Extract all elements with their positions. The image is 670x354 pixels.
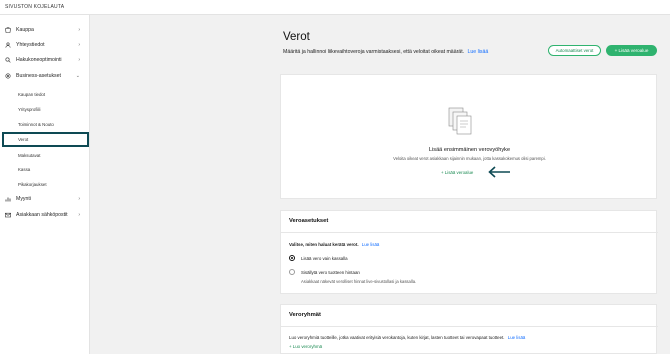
sidebar: Kauppa › Yhteystiedot › Hakukoneoptimoin… xyxy=(0,15,90,354)
radio-option-include-in-price[interactable]: Sisällytä vero tuotteen hintaan xyxy=(289,269,360,275)
store-icon xyxy=(5,27,11,33)
learn-more-link[interactable]: Lue lisää xyxy=(362,242,380,247)
contacts-icon xyxy=(5,42,11,48)
sidebar-subitem-label: Kaupan tiedot xyxy=(18,91,46,97)
tax-groups-heading: Veroryhmät xyxy=(289,312,321,318)
sidebar-subitem-label: Toiminnot & Nouto xyxy=(18,121,54,127)
tax-settings-heading: Veroasetukset xyxy=(289,218,329,224)
sidebar-subitem-kassa[interactable]: Kassa xyxy=(0,163,90,175)
empty-state-description: Veloita oikeat verot asiakkaan sijainnin… xyxy=(393,156,546,161)
arrow-left-icon xyxy=(488,166,510,178)
sidebar-item-label: Asiakkaan sähköpostit xyxy=(16,212,68,218)
divider xyxy=(281,232,658,233)
documents-icon xyxy=(448,107,472,135)
tax-groups-intro-text: Luo veroryhmiä tuotteille, jotka vaativa… xyxy=(289,335,505,340)
sidebar-subitem-verot[interactable]: Verot xyxy=(2,132,89,147)
sidebar-item-hakukoneoptimointi[interactable]: Hakukoneoptimointi › xyxy=(0,53,90,67)
sidebar-subitem-maksutavat[interactable]: Maksutavat xyxy=(0,149,90,161)
gear-icon xyxy=(5,73,11,79)
main-content: Verot Määritä ja hallinnoi liikevaihtove… xyxy=(90,15,670,354)
sidebar-item-kauppa[interactable]: Kauppa › xyxy=(0,23,90,37)
sidebar-subitem-label: Kassa xyxy=(18,166,31,172)
sidebar-subitem-label: Maksutavat xyxy=(18,152,41,158)
radio-label: Lisää vero vain kassalla xyxy=(301,255,348,261)
sidebar-subitem-label: Yritysprofiili xyxy=(18,106,41,112)
create-tax-group-link[interactable]: + Luo veroryhmä xyxy=(289,344,322,349)
radio-option-checkout-only[interactable]: Lisää vero vain kassalla xyxy=(289,255,348,261)
page-description: Määritä ja hallinnoi liikevaihtoveroja v… xyxy=(283,49,488,55)
chevron-right-icon: › xyxy=(78,212,80,218)
sidebar-subitem-label: Verot xyxy=(18,137,29,142)
radio-label: Sisällytä vero tuotteen hintaan xyxy=(301,269,360,275)
auto-tax-button[interactable]: Automaattiset verot xyxy=(548,45,601,56)
tax-settings-intro-text: Valitse, miten haluat kerätä verot. xyxy=(289,242,359,247)
learn-more-link[interactable]: Lue lisää xyxy=(468,49,489,55)
sidebar-item-yhteystiedot[interactable]: Yhteystiedot › xyxy=(0,38,90,52)
page-title: Verot xyxy=(283,31,310,43)
dashboard-title: SIVUSTON KOJELAUTA xyxy=(5,4,65,10)
learn-more-link[interactable]: Lue lisää xyxy=(508,335,526,340)
sidebar-item-myynti[interactable]: Myynti › xyxy=(0,192,90,206)
tax-settings-intro: Valitse, miten haluat kerätä verot. Lue … xyxy=(289,242,379,247)
sidebar-item-asiakkaan-sahkopostit[interactable]: Asiakkaan sähköpostit › xyxy=(0,208,90,222)
tax-groups-intro: Luo veroryhmiä tuotteille, jotka vaativa… xyxy=(289,335,525,340)
top-bar: SIVUSTON KOJELAUTA xyxy=(0,0,670,15)
radio-button[interactable] xyxy=(289,269,295,275)
empty-state-card: Lisää ensimmäinen verovyöhyke Veloita oi… xyxy=(280,74,657,199)
sidebar-item-label: Kauppa xyxy=(16,27,34,33)
chevron-right-icon: › xyxy=(78,42,80,48)
chevron-right-icon: › xyxy=(78,57,80,63)
empty-state-title: Lisää ensimmäinen verovyöhyke xyxy=(428,147,511,153)
chevron-down-icon: ⌄ xyxy=(75,73,80,79)
sidebar-subitem-label: Pikakorjaukset xyxy=(18,181,47,187)
radio-button[interactable] xyxy=(289,255,295,261)
sidebar-subitem-yritysprofiili[interactable]: Yritysprofiili xyxy=(0,103,90,115)
chevron-right-icon: › xyxy=(78,27,80,33)
sidebar-subitem-toiminnot-nouto[interactable]: Toiminnot & Nouto xyxy=(0,118,90,130)
search-icon xyxy=(5,57,11,63)
sidebar-subitem-kaupan-tiedot[interactable]: Kaupan tiedot xyxy=(0,88,90,100)
page-description-text: Määritä ja hallinnoi liikevaihtoveroja v… xyxy=(283,49,465,55)
radio-help-text: Asiakkaat näkevät verolliset hinnat live… xyxy=(301,279,417,284)
mail-icon xyxy=(5,212,11,218)
sidebar-item-label: Myynti xyxy=(16,196,31,202)
add-tax-region-link[interactable]: + Lisää veroalue xyxy=(441,170,473,175)
tax-settings-card: Veroasetukset Valitse, miten haluat kerä… xyxy=(280,210,658,294)
sidebar-subitem-pikakorjaukset[interactable]: Pikakorjaukset xyxy=(0,178,90,190)
chevron-right-icon: › xyxy=(78,196,80,202)
sidebar-item-label: Yhteystiedot xyxy=(16,42,45,48)
sidebar-item-label: Hakukoneoptimointi xyxy=(16,57,62,63)
divider xyxy=(281,326,658,327)
chart-icon xyxy=(5,196,11,202)
sidebar-item-label: Business-asetukset xyxy=(16,73,61,79)
sidebar-item-business-asetukset[interactable]: Business-asetukset ⌄ xyxy=(0,69,90,83)
add-tax-region-button[interactable]: + Lisää veroalue xyxy=(606,45,657,56)
tax-groups-card: Veroryhmät Luo veroryhmiä tuotteille, jo… xyxy=(280,304,658,354)
